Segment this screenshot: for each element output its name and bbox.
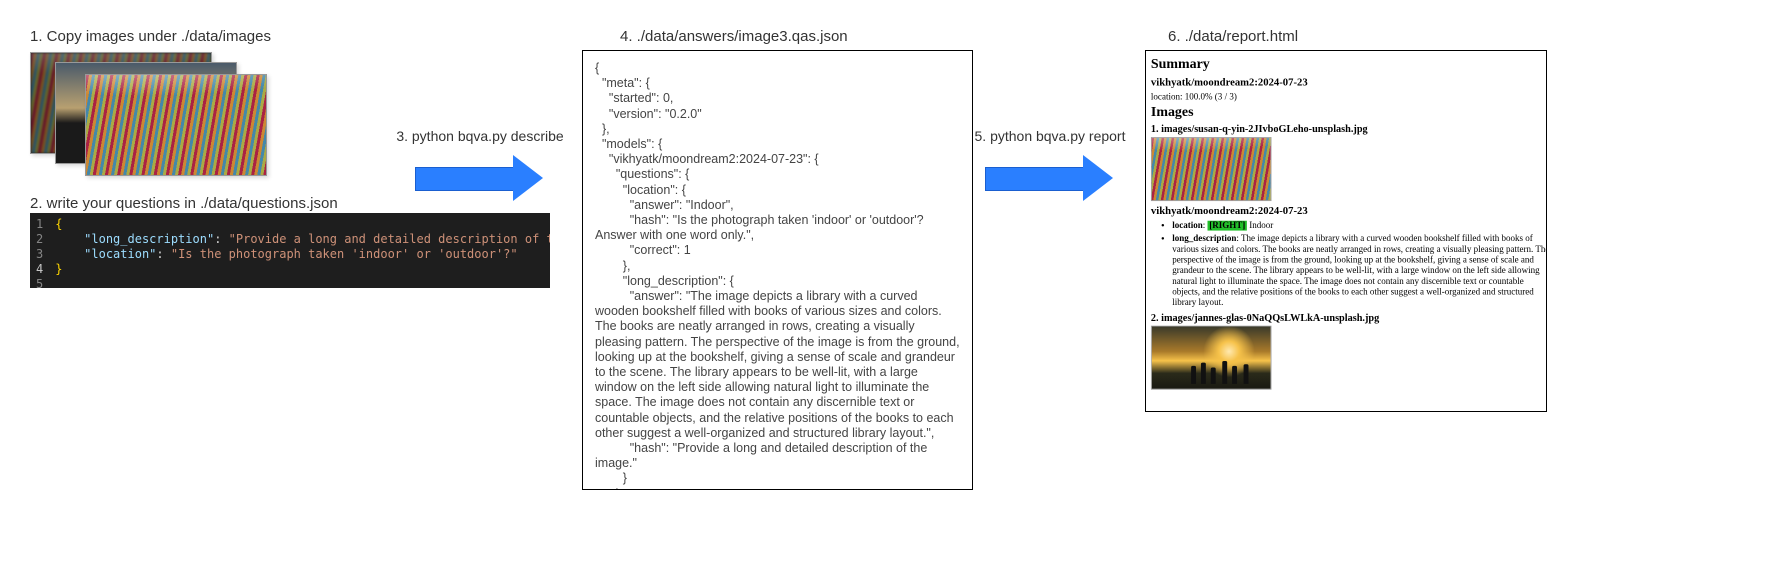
sample-image-3 — [85, 74, 267, 176]
report-image1-long-description: long_description: The image depicts a li… — [1172, 234, 1547, 309]
step5-caption: 5. python bqva.py report — [950, 128, 1150, 144]
line-no: 5 — [36, 277, 43, 288]
report-image1-title: 1. images/susan-q-yin-2JIvboGLeho-unspla… — [1151, 123, 1547, 135]
arrow-head-icon — [1083, 155, 1113, 201]
editor-gutter: 1 2 3 4 5 — [30, 213, 49, 288]
step6-caption: 6. ./data/report.html — [1168, 28, 1298, 45]
step3-caption: 3. python bqva.py describe — [380, 128, 580, 144]
report-images-heading: Images — [1151, 103, 1547, 119]
report-model-heading: vikhyatk/moondream2:2024-07-23 — [1151, 76, 1547, 89]
editor-code: { "long_description": "Provide a long an… — [49, 213, 550, 288]
label: location — [1172, 221, 1203, 231]
label: long_description — [1172, 234, 1236, 244]
image-stack — [30, 52, 285, 162]
report-summary-heading: Summary — [1151, 56, 1547, 72]
step2-caption: 2. write your questions in ./data/questi… — [30, 195, 338, 212]
json-key: "long_description" — [84, 232, 214, 246]
report-image1-results: location: [RIGHT] Indoor long_descriptio… — [1151, 221, 1547, 309]
report-image1-location: location: [RIGHT] Indoor — [1172, 221, 1547, 232]
answers-json-box: { "meta": { "started": 0, "version": "0.… — [582, 50, 973, 490]
report-html-box: Summary vikhyatk/moondream2:2024-07-23 l… — [1145, 50, 1547, 412]
json-value: "Provide a long and detailed description… — [229, 232, 550, 246]
step4-caption: 4. ./data/answers/image3.qas.json — [620, 28, 848, 45]
line-no: 4 — [36, 262, 43, 277]
report-image1-thumb — [1151, 137, 1272, 201]
report-image2-title: 2. images/jannes-glas-0NaQQsLWLkA-unspla… — [1151, 312, 1547, 324]
workflow-diagram: 1. Copy images under ./data/images 2. wr… — [0, 0, 1780, 561]
value: Indoor — [1249, 221, 1273, 231]
arrow-describe: 3. python bqva.py describe — [415, 155, 545, 201]
json-key: "location" — [84, 247, 156, 261]
json-value: "Is the photograph taken 'indoor' or 'ou… — [171, 247, 518, 261]
arrow-body — [415, 167, 515, 191]
arrow-report: 5. python bqva.py report — [985, 155, 1115, 201]
arrow-body — [985, 167, 1085, 191]
arrow-head-icon — [513, 155, 543, 201]
value: The image depicts a library with a curve… — [1172, 234, 1547, 308]
questions-json-editor: 1 2 3 4 5 { "long_description": "Provide… — [30, 213, 550, 288]
report-location-stat: location: 100.0% (3 / 3) — [1151, 92, 1547, 102]
line-no: 3 — [36, 247, 43, 262]
right-tag: [RIGHT] — [1208, 221, 1247, 231]
step1-caption: 1. Copy images under ./data/images — [30, 28, 271, 45]
report-image2-thumb — [1151, 326, 1272, 390]
line-no: 1 — [36, 217, 43, 232]
line-no: 2 — [36, 232, 43, 247]
report-image1-model: vikhyatk/moondream2:2024-07-23 — [1151, 204, 1547, 217]
